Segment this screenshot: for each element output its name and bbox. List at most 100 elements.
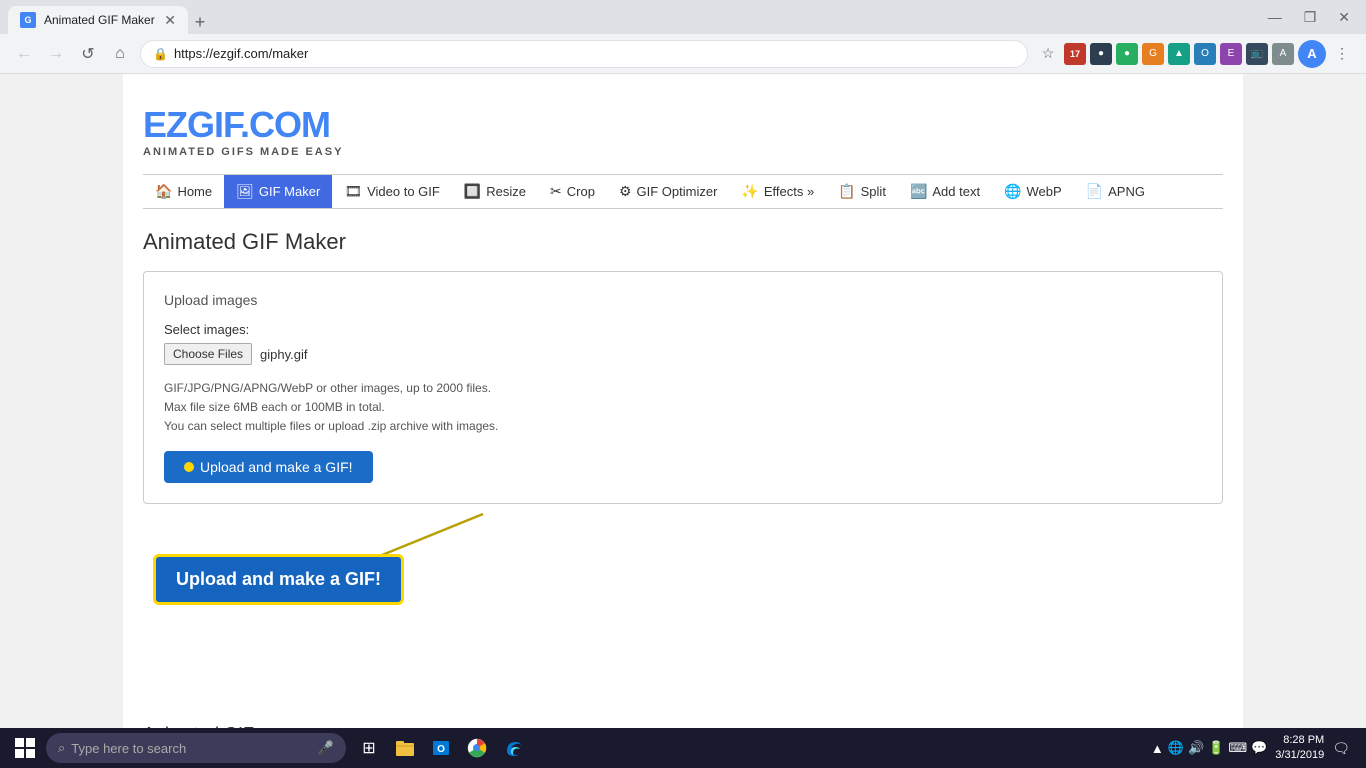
logo-main: EZGIF.COM bbox=[143, 104, 330, 145]
nav-split[interactable]: 📋 Split bbox=[826, 175, 898, 208]
resize-nav-icon: 🔲 bbox=[464, 183, 481, 200]
ext-icon-3[interactable]: ● bbox=[1116, 43, 1138, 65]
nav-bar: 🏠 Home 🖼 GIF Maker 🎞 Video to GIF 🔲 Resi… bbox=[143, 174, 1223, 209]
taskbar-right: ▲ 🌐 🔊 🔋 ⌨ 💬 8:28 PM 3/31/2019 🗨 bbox=[1151, 733, 1358, 764]
nav-split-label: Split bbox=[861, 184, 886, 199]
tab-favicon: G bbox=[20, 12, 36, 28]
file-info-line1: GIF/JPG/PNG/APNG/WebP or other images, u… bbox=[164, 379, 1202, 398]
reload-button[interactable]: ↺ bbox=[76, 42, 100, 66]
logo-subtitle: ANIMATED GIFS MADE EASY bbox=[143, 146, 1223, 158]
browser-toolbar: ☆ 17 ● ● G ▲ O E 📺 A A ⋮ bbox=[1036, 40, 1354, 68]
minimize-button[interactable]: — bbox=[1260, 5, 1290, 29]
clock-date: 3/31/2019 bbox=[1275, 748, 1324, 763]
upload-box: Upload images Select images: Choose File… bbox=[143, 271, 1223, 504]
video-nav-icon: 🎞 bbox=[344, 183, 362, 200]
nav-apng-label: APNG bbox=[1108, 184, 1145, 199]
forward-button[interactable]: → bbox=[44, 42, 68, 66]
ext-icon-7[interactable]: E bbox=[1220, 43, 1242, 65]
menu-button[interactable]: ⋮ bbox=[1330, 42, 1354, 66]
taskbar-search[interactable]: ⌕ Type here to search 🎤 bbox=[46, 733, 346, 763]
annotation-bubble: Upload and make a GIF! bbox=[153, 554, 404, 605]
upload-btn[interactable]: Upload and make a GIF! bbox=[164, 451, 373, 483]
ext-icon-6[interactable]: O bbox=[1194, 43, 1216, 65]
upload-legend: Upload images bbox=[164, 292, 1202, 308]
ext-icon-1[interactable]: 17 bbox=[1064, 43, 1086, 65]
keyboard-icon[interactable]: ⌨ bbox=[1228, 740, 1247, 756]
new-tab-button[interactable]: + bbox=[188, 10, 212, 34]
system-tray: ▲ 🌐 🔊 🔋 ⌨ 💬 bbox=[1151, 740, 1267, 756]
nav-video-to-gif[interactable]: 🎞 Video to GIF bbox=[332, 175, 452, 208]
tab-close-button[interactable]: ✕ bbox=[164, 13, 176, 27]
ext-icon-4[interactable]: G bbox=[1142, 43, 1164, 65]
mic-icon: 🎤 bbox=[318, 740, 334, 756]
nav-home[interactable]: 🏠 Home bbox=[143, 175, 224, 208]
clock[interactable]: 8:28 PM 3/31/2019 bbox=[1275, 733, 1324, 764]
address-bar: ← → ↺ ⌂ 🔒 https://ezgif.com/maker ☆ 17 ●… bbox=[0, 34, 1366, 74]
tab-title: Animated GIF Maker bbox=[44, 13, 155, 27]
wifi-icon[interactable]: ▲ bbox=[1151, 741, 1164, 756]
taskbar: ⌕ Type here to search 🎤 ⊞ O bbox=[0, 728, 1366, 768]
task-view-button[interactable]: ⊞ bbox=[354, 733, 384, 763]
taskbar-icons: ⊞ O bbox=[354, 733, 528, 763]
file-info-line3: You can select multiple files or upload … bbox=[164, 417, 1202, 436]
nav-add-text[interactable]: 🔤 Add text bbox=[898, 175, 992, 208]
close-button[interactable]: ✕ bbox=[1330, 5, 1358, 30]
nav-crop[interactable]: ✂ Crop bbox=[538, 175, 607, 208]
ext-icon-2[interactable]: ● bbox=[1090, 43, 1112, 65]
optimizer-nav-icon: ⚙ bbox=[619, 183, 632, 200]
network-icon[interactable]: 🌐 bbox=[1168, 740, 1184, 756]
nav-gif-optimizer[interactable]: ⚙ GIF Optimizer bbox=[607, 175, 729, 208]
outlook-button[interactable]: O bbox=[426, 733, 456, 763]
search-icon: ⌕ bbox=[58, 740, 65, 756]
profile-icon[interactable]: A bbox=[1298, 40, 1326, 68]
file-info-line2: Max file size 6MB each or 100MB in total… bbox=[164, 398, 1202, 417]
choose-files-button[interactable]: Choose Files bbox=[164, 343, 252, 365]
annotation-area: Upload and make a GIF! bbox=[143, 524, 1223, 634]
volume-icon[interactable]: 🔊 bbox=[1188, 740, 1204, 756]
chrome-button[interactable] bbox=[462, 733, 492, 763]
windows-logo bbox=[15, 738, 35, 758]
nav-webp[interactable]: 🌐 WebP bbox=[992, 175, 1074, 208]
active-tab[interactable]: G Animated GIF Maker ✕ bbox=[8, 6, 188, 34]
nav-effects-label: Effects » bbox=[764, 184, 814, 199]
animated-gif-section: Animated GIF: bbox=[143, 714, 1223, 728]
upload-btn-label: Upload and make a GIF! bbox=[200, 459, 353, 475]
start-button[interactable] bbox=[8, 731, 42, 765]
ext-icon-8[interactable]: 📺 bbox=[1246, 43, 1268, 65]
split-nav-icon: 📋 bbox=[838, 183, 855, 200]
notification-icon[interactable]: 🗨 bbox=[1332, 740, 1350, 757]
effects-nav-icon: ✨ bbox=[741, 183, 758, 200]
nav-effects[interactable]: ✨ Effects » bbox=[729, 175, 826, 208]
nav-video-label: Video to GIF bbox=[367, 184, 440, 199]
gif-maker-nav-icon: 🖼 bbox=[236, 183, 254, 200]
home-button[interactable]: ⌂ bbox=[108, 42, 132, 66]
logo-area: EZGIF.COM ANIMATED GIFS MADE EASY bbox=[143, 94, 1223, 174]
chat-icon[interactable]: 💬 bbox=[1251, 740, 1267, 756]
bookmark-icon[interactable]: ☆ bbox=[1036, 42, 1060, 66]
file-info: GIF/JPG/PNG/APNG/WebP or other images, u… bbox=[164, 379, 1202, 437]
content-wrapper: EZGIF.COM ANIMATED GIFS MADE EASY 🏠 Home… bbox=[123, 74, 1243, 728]
nav-crop-label: Crop bbox=[567, 184, 595, 199]
select-images-label: Select images: bbox=[164, 322, 1202, 337]
nav-home-label: Home bbox=[177, 184, 212, 199]
svg-text:O: O bbox=[437, 744, 445, 755]
file-explorer-button[interactable] bbox=[390, 733, 420, 763]
nav-add-text-label: Add text bbox=[932, 184, 980, 199]
crop-nav-icon: ✂ bbox=[550, 183, 562, 200]
address-input[interactable]: 🔒 https://ezgif.com/maker bbox=[140, 40, 1028, 68]
title-bar: G Animated GIF Maker ✕ + — ❐ ✕ bbox=[0, 0, 1366, 34]
nav-resize[interactable]: 🔲 Resize bbox=[452, 175, 538, 208]
nav-optimizer-label: GIF Optimizer bbox=[637, 184, 718, 199]
edge-button[interactable] bbox=[498, 733, 528, 763]
battery-icon[interactable]: 🔋 bbox=[1208, 740, 1224, 756]
nav-apng[interactable]: 📄 APNG bbox=[1074, 175, 1157, 208]
maximize-button[interactable]: ❐ bbox=[1296, 5, 1325, 30]
ext-icon-9[interactable]: A bbox=[1272, 43, 1294, 65]
nav-gif-maker[interactable]: 🖼 GIF Maker bbox=[224, 175, 332, 208]
logo-text: EZGIF.COM bbox=[143, 104, 1223, 146]
ext-icon-5[interactable]: ▲ bbox=[1168, 43, 1190, 65]
back-button[interactable]: ← bbox=[12, 42, 36, 66]
nav-webp-label: WebP bbox=[1027, 184, 1062, 199]
home-nav-icon: 🏠 bbox=[155, 183, 172, 200]
filename-text: giphy.gif bbox=[260, 347, 307, 362]
